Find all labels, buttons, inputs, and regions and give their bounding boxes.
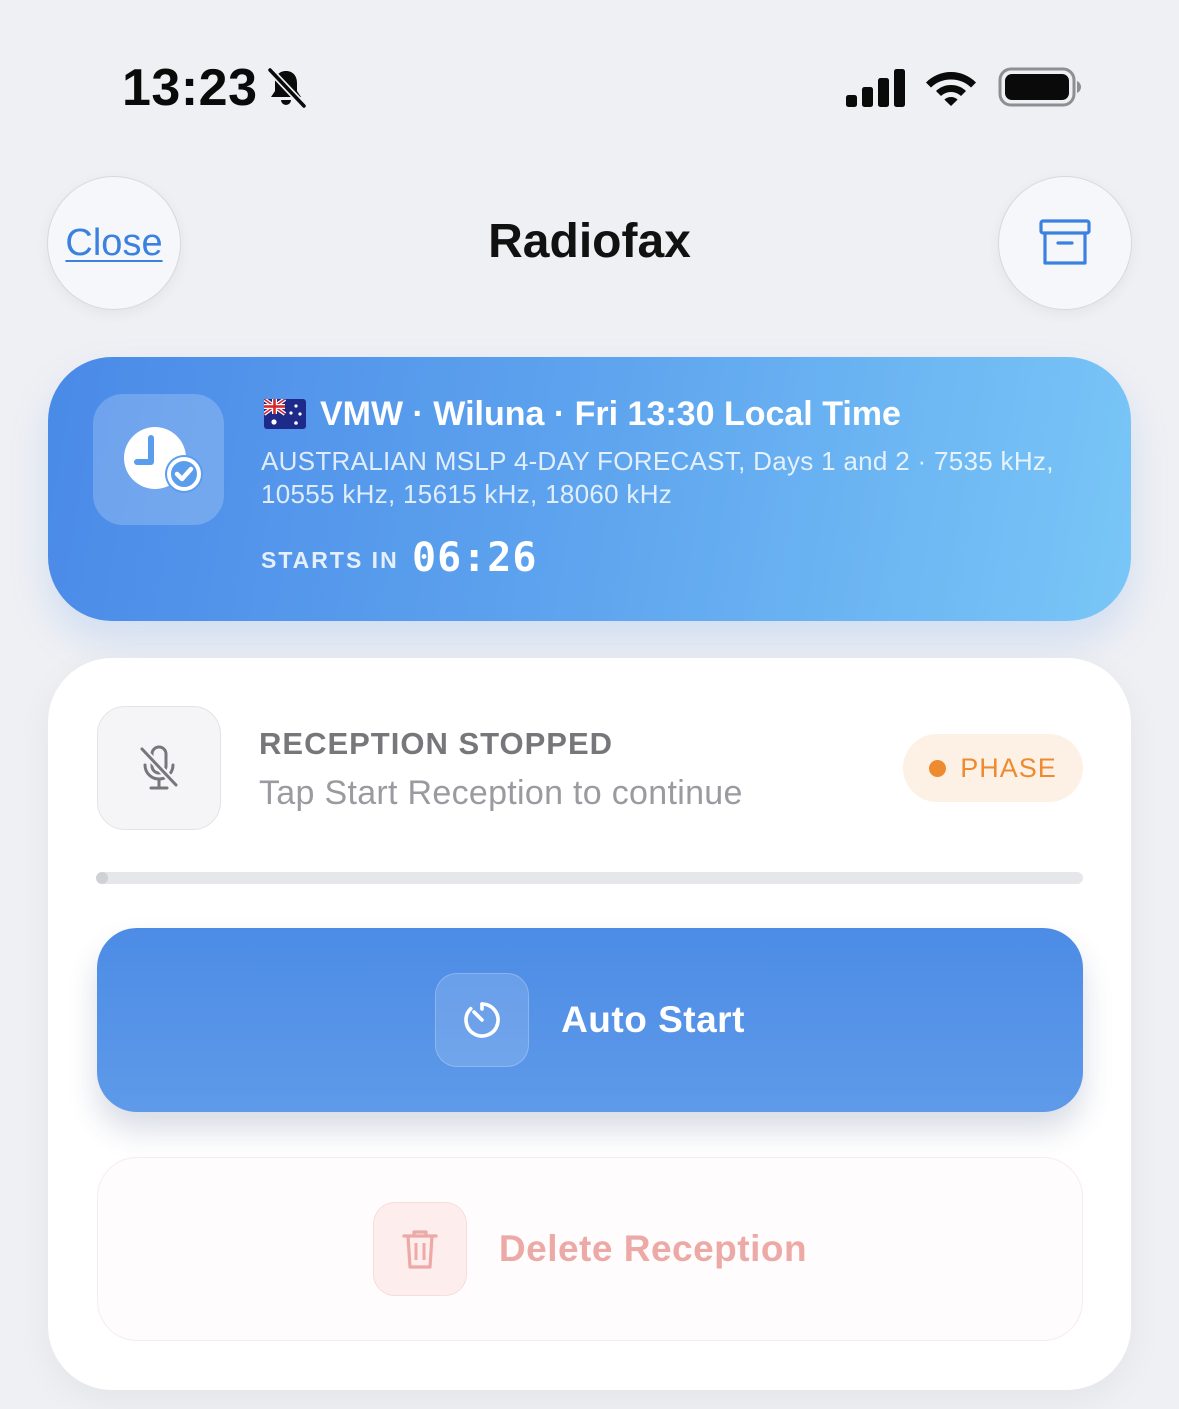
bell-slash-icon (267, 67, 307, 109)
reception-card: RECEPTION STOPPED Tap Start Reception to… (48, 658, 1131, 1390)
battery-icon (998, 67, 1081, 107)
auto-start-icon-box (435, 973, 530, 1067)
trash-icon (402, 1230, 438, 1269)
microphone-slash-icon (139, 745, 179, 790)
archive-button[interactable] (998, 176, 1132, 310)
australia-flag (264, 399, 306, 429)
delete-reception-label: Delete Reception (498, 1228, 808, 1269)
starts-in-label: STARTS IN (261, 547, 399, 573)
clock-checkmark-icon (124, 427, 203, 493)
auto-start-button[interactable]: Auto Start (97, 928, 1083, 1112)
countdown-timer: 06:26 (412, 535, 538, 581)
phase-dot (929, 759, 947, 777)
wifi-icon (926, 72, 976, 106)
archive-box-icon (1039, 219, 1091, 265)
screen: 13:23 Close Radiofax VMW · Wiluna · Fri … (0, 0, 1179, 1409)
schedule-card[interactable]: VMW · Wiluna · Fri 13:30 Local Time AUST… (48, 357, 1131, 621)
delete-reception-button[interactable]: Delete Reception (97, 1157, 1083, 1341)
auto-start-label: Auto Start (561, 999, 745, 1040)
schedule-title: VMW · Wiluna · Fri 13:30 Local Time (320, 395, 901, 433)
reception-hint: Tap Start Reception to continue (259, 774, 743, 812)
reception-progress-bar (96, 872, 1083, 884)
schedule-icon-box (93, 394, 224, 525)
schedule-subtitle: AUSTRALIAN MSLP 4-DAY FORECAST, Days 1 a… (261, 446, 1054, 509)
cellular-signal-icon (846, 69, 905, 107)
reception-status: RECEPTION STOPPED (259, 726, 614, 761)
progress-fill (96, 872, 108, 884)
mic-status-box (97, 706, 221, 830)
phase-label: PHASE (960, 752, 1057, 783)
delete-icon-box (372, 1202, 467, 1296)
status-time: 13:23 (122, 59, 258, 117)
phase-badge: PHASE (903, 734, 1083, 802)
timer-icon (464, 1002, 500, 1038)
